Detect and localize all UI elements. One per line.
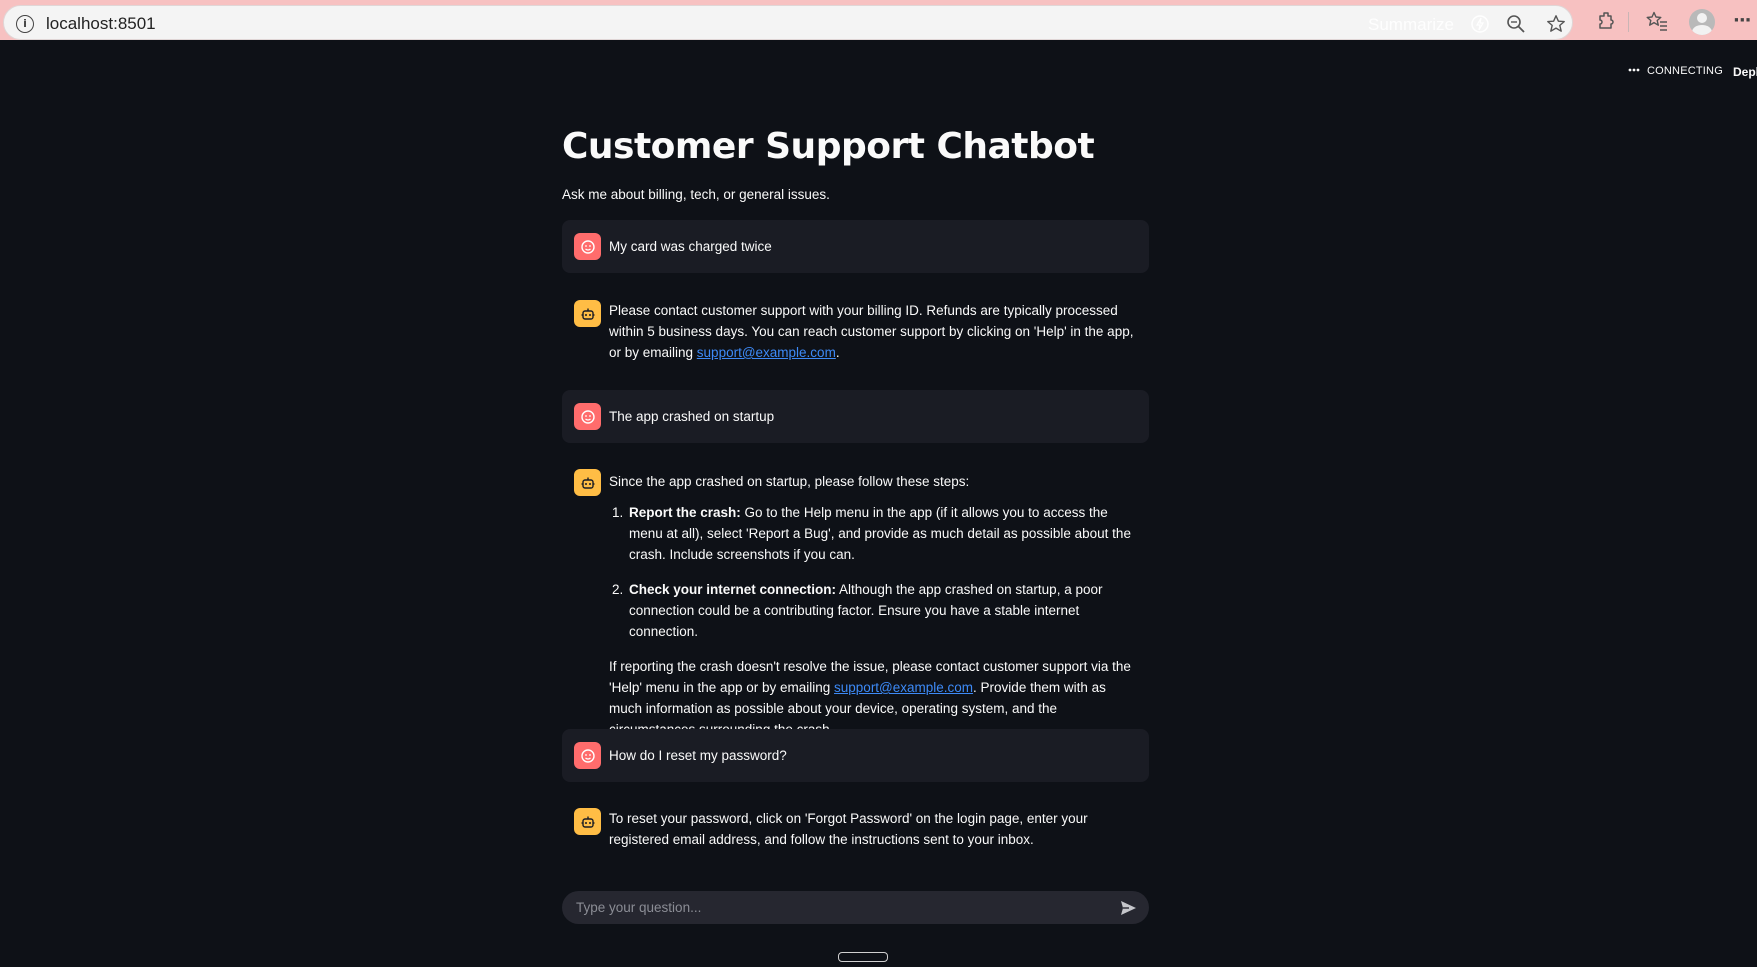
toolbar-divider [1628, 12, 1629, 32]
list-item: 2. Check your internet connection: Althou… [612, 582, 1103, 639]
summarize-button[interactable]: Summarize [1368, 15, 1454, 35]
message-text: My card was charged twice [609, 239, 772, 254]
support-email-link[interactable]: support@example.com [834, 680, 973, 695]
page-subtitle: Ask me about billing, tech, or general i… [562, 187, 830, 202]
list-item: 1. Report the crash: Go to the Help menu … [612, 505, 1131, 562]
url-text[interactable]: localhost:8501 [46, 14, 156, 34]
favorites-icon[interactable] [1646, 10, 1668, 32]
chat-message-user: The app crashed on startup [562, 390, 1149, 443]
chat-message-assistant: Since the app crashed on startup, please… [562, 461, 1149, 737]
message-text: How do I reset my password? [609, 748, 787, 763]
bot-avatar-icon [574, 469, 601, 496]
chat-message-user: My card was charged twice [562, 220, 1149, 273]
user-avatar-icon [574, 233, 601, 260]
site-info-icon[interactable]: i [16, 15, 34, 33]
message-text: Since the app crashed on startup, please… [609, 471, 1139, 740]
bot-avatar-icon [574, 300, 601, 327]
connection-status: CONNECTING [1647, 65, 1723, 77]
address-bar[interactable]: i localhost:8501 Summarize [3, 5, 1573, 40]
status-dots-icon [1628, 68, 1640, 72]
user-avatar-icon [574, 742, 601, 769]
chat-message-assistant: To reset your password, click on 'Forgot… [562, 800, 1149, 860]
summarize-icon[interactable] [1470, 14, 1490, 34]
message-text: The app crashed on startup [609, 409, 775, 424]
deploy-button[interactable]: Deploy [1733, 65, 1757, 79]
scroll-indicator[interactable] [838, 952, 888, 962]
bot-avatar-icon [574, 808, 601, 835]
zoom-icon[interactable] [1506, 14, 1526, 34]
message-text: Please contact customer support with you… [609, 303, 1134, 360]
message-text: To reset your password, click on 'Forgot… [609, 811, 1088, 847]
extensions-icon[interactable] [1596, 10, 1618, 32]
chat-message-user: How do I reset my password? [562, 729, 1149, 782]
browser-menu-icon[interactable]: ··· [1733, 10, 1751, 31]
browser-toolbar: i localhost:8501 Summarize ··· [0, 0, 1757, 44]
chat-input-container [562, 891, 1149, 924]
message-outro: If reporting the crash doesn't resolve t… [609, 659, 1131, 737]
question-input[interactable] [576, 897, 1096, 918]
support-email-link[interactable]: support@example.com [697, 345, 836, 360]
steps-list: 1. Report the crash: Go to the Help menu … [609, 502, 1139, 642]
profile-avatar[interactable] [1689, 9, 1715, 35]
page-title: Customer Support Chatbot [562, 126, 1095, 167]
favorite-star-icon[interactable] [1546, 14, 1566, 34]
message-intro: Since the app crashed on startup, please… [609, 474, 970, 489]
send-icon[interactable] [1118, 898, 1138, 918]
user-avatar-icon [574, 403, 601, 430]
chat-message-assistant: Please contact customer support with you… [562, 290, 1149, 370]
